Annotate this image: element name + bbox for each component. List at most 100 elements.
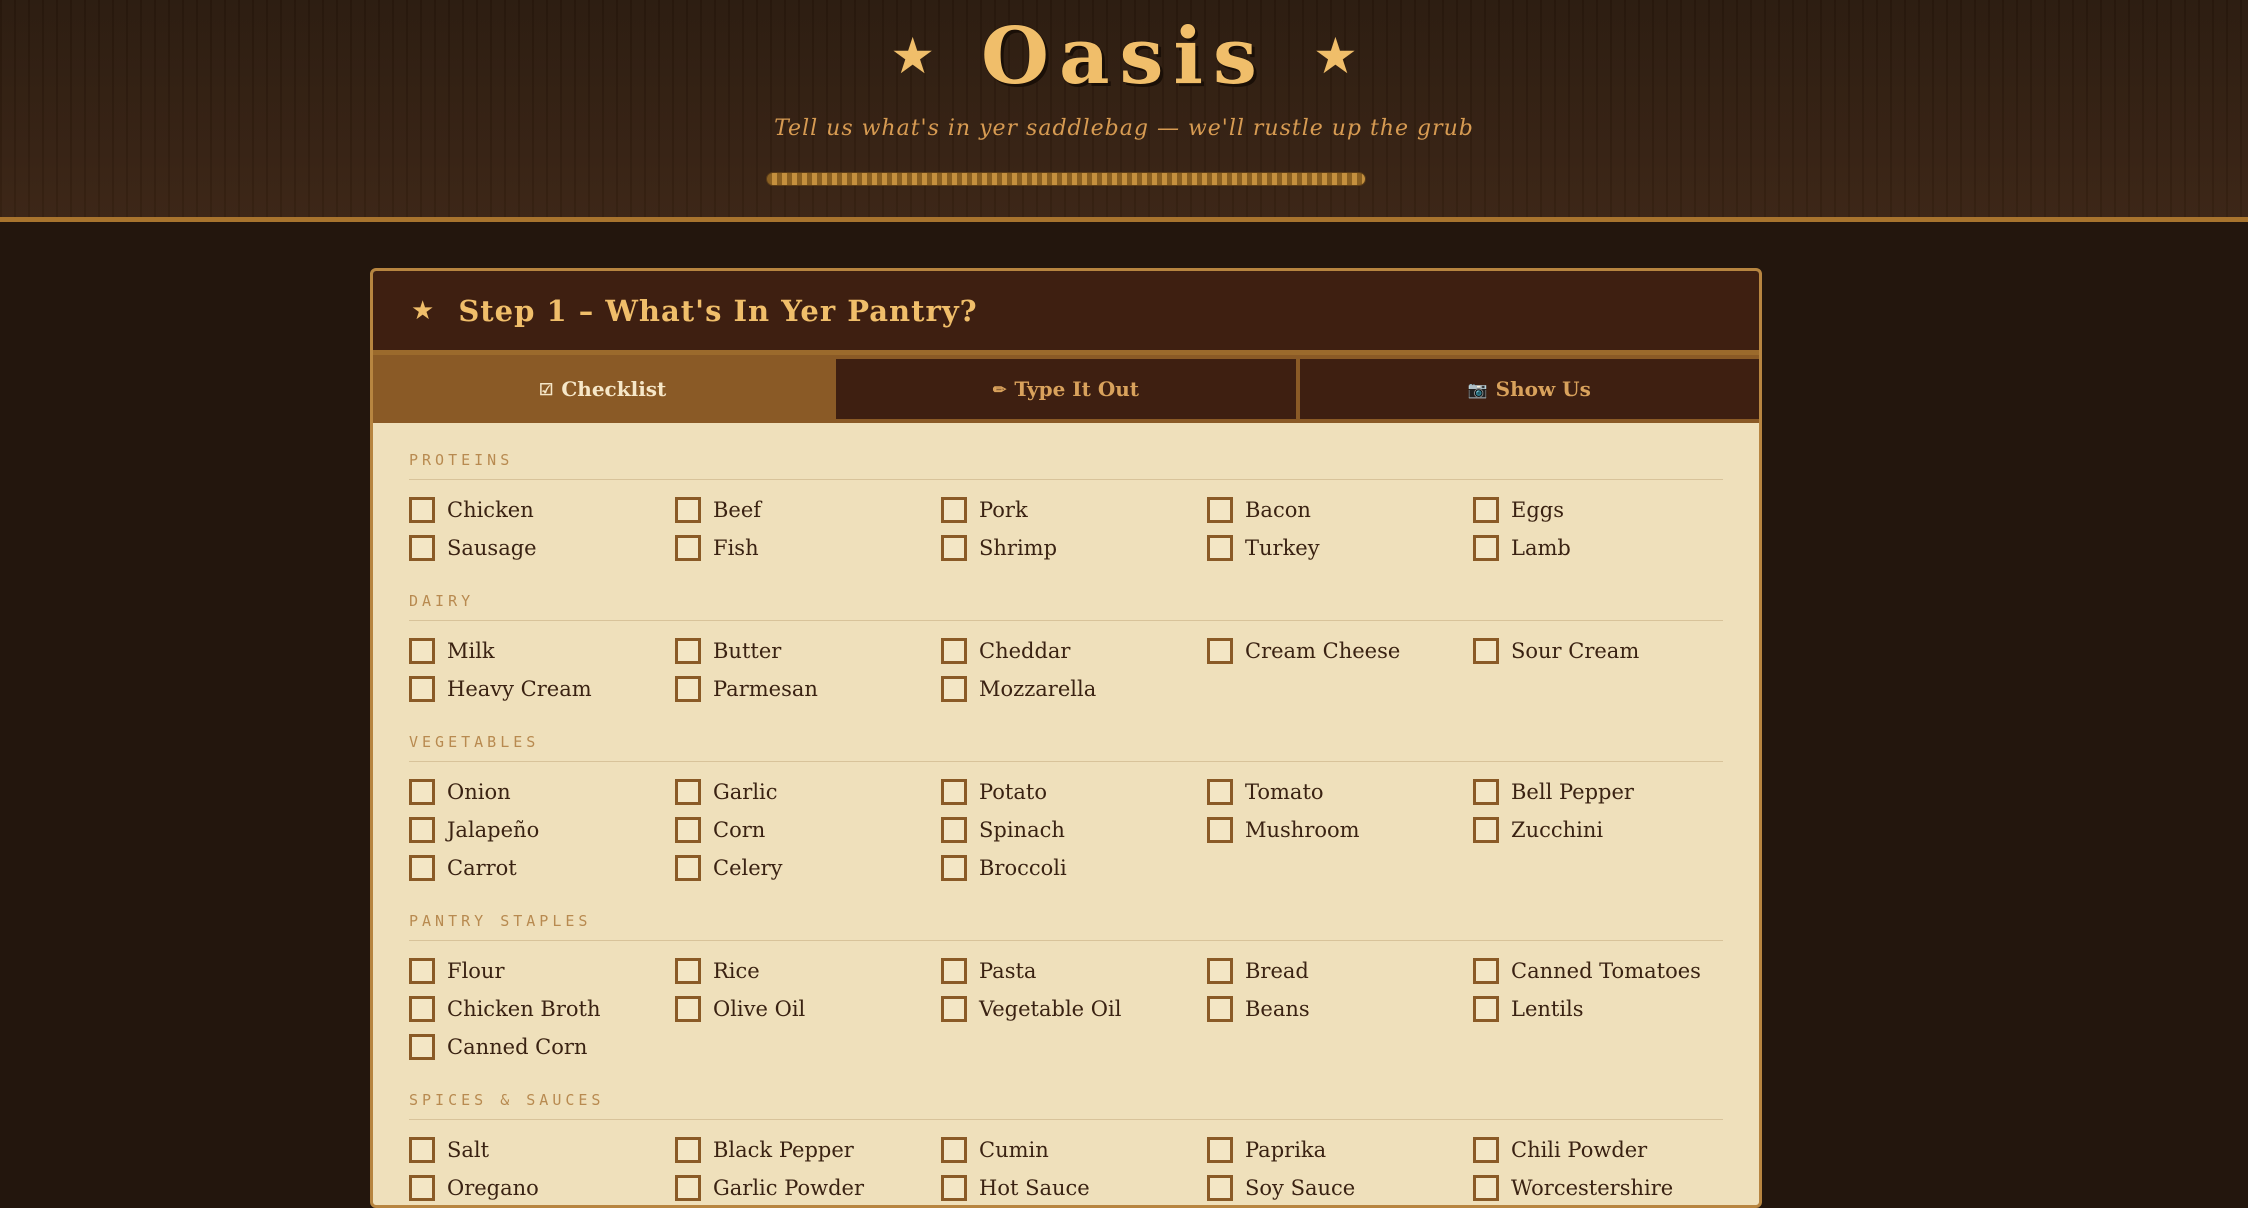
ingredient-checkbox-item[interactable]: Beans	[1207, 995, 1473, 1023]
checkbox[interactable]	[675, 497, 701, 523]
ingredient-checkbox-item[interactable]: Sour Cream	[1473, 637, 1739, 665]
checkbox[interactable]	[1207, 1175, 1233, 1201]
ingredient-checkbox-item[interactable]: Salt	[409, 1136, 675, 1164]
checkbox[interactable]	[409, 535, 435, 561]
checkbox[interactable]	[941, 779, 967, 805]
checkbox[interactable]	[409, 1137, 435, 1163]
ingredient-checkbox-item[interactable]: Zucchini	[1473, 816, 1739, 844]
checkbox[interactable]	[1473, 779, 1499, 805]
checkbox[interactable]	[941, 958, 967, 984]
ingredient-checkbox-item[interactable]: Chicken	[409, 496, 675, 524]
ingredient-checkbox-item[interactable]: Spinach	[941, 816, 1207, 844]
ingredient-checkbox-item[interactable]: Tomato	[1207, 778, 1473, 806]
ingredient-checkbox-item[interactable]: Onion	[409, 778, 675, 806]
ingredient-checkbox-item[interactable]: Canned Tomatoes	[1473, 957, 1739, 985]
ingredient-checkbox-item[interactable]: Eggs	[1473, 496, 1739, 524]
checkbox[interactable]	[941, 817, 967, 843]
ingredient-checkbox-item[interactable]: Mushroom	[1207, 816, 1473, 844]
checkbox[interactable]	[409, 817, 435, 843]
checkbox[interactable]	[675, 1175, 701, 1201]
checkbox[interactable]	[675, 535, 701, 561]
checkbox[interactable]	[1207, 535, 1233, 561]
checkbox[interactable]	[941, 638, 967, 664]
tab-checklist[interactable]: ☑ Checklist	[373, 359, 833, 419]
checkbox[interactable]	[675, 958, 701, 984]
tab-show-us[interactable]: 📷 Show Us	[1299, 359, 1759, 419]
ingredient-checkbox-item[interactable]: Canned Corn	[409, 1033, 675, 1061]
ingredient-checkbox-item[interactable]: Mozzarella	[941, 675, 1207, 703]
ingredient-checkbox-item[interactable]: Fish	[675, 534, 941, 562]
ingredient-checkbox-item[interactable]: Chicken Broth	[409, 995, 675, 1023]
checkbox[interactable]	[675, 855, 701, 881]
ingredient-checkbox-item[interactable]: Vegetable Oil	[941, 995, 1207, 1023]
checkbox[interactable]	[409, 958, 435, 984]
checkbox[interactable]	[409, 676, 435, 702]
checkbox[interactable]	[1473, 996, 1499, 1022]
checkbox[interactable]	[675, 817, 701, 843]
ingredient-checkbox-item[interactable]: Lentils	[1473, 995, 1739, 1023]
ingredient-checkbox-item[interactable]: Jalapeño	[409, 816, 675, 844]
tab-type-it-out[interactable]: ✏ Type It Out	[836, 359, 1296, 419]
checkbox[interactable]	[1207, 996, 1233, 1022]
ingredient-checkbox-item[interactable]: Cumin	[941, 1136, 1207, 1164]
checkbox[interactable]	[675, 996, 701, 1022]
checkbox[interactable]	[1207, 638, 1233, 664]
ingredient-checkbox-item[interactable]: Cream Cheese	[1207, 637, 1473, 665]
checkbox[interactable]	[1473, 1137, 1499, 1163]
ingredient-checkbox-item[interactable]: Beef	[675, 496, 941, 524]
checkbox[interactable]	[1473, 638, 1499, 664]
ingredient-checkbox-item[interactable]: Paprika	[1207, 1136, 1473, 1164]
checkbox[interactable]	[409, 1175, 435, 1201]
checkbox[interactable]	[1473, 497, 1499, 523]
ingredient-checkbox-item[interactable]: Worcestershire	[1473, 1174, 1739, 1202]
ingredient-checkbox-item[interactable]: Bread	[1207, 957, 1473, 985]
ingredient-checkbox-item[interactable]: Parmesan	[675, 675, 941, 703]
checkbox[interactable]	[941, 535, 967, 561]
ingredient-checkbox-item[interactable]: Black Pepper	[675, 1136, 941, 1164]
checkbox[interactable]	[675, 1137, 701, 1163]
ingredient-checkbox-item[interactable]: Butter	[675, 637, 941, 665]
ingredient-checkbox-item[interactable]: Corn	[675, 816, 941, 844]
checkbox[interactable]	[941, 855, 967, 881]
checkbox[interactable]	[675, 779, 701, 805]
checkbox[interactable]	[409, 855, 435, 881]
ingredient-checkbox-item[interactable]: Milk	[409, 637, 675, 665]
ingredient-checkbox-item[interactable]: Cheddar	[941, 637, 1207, 665]
ingredient-checkbox-item[interactable]: Heavy Cream	[409, 675, 675, 703]
checkbox[interactable]	[1207, 1137, 1233, 1163]
checkbox[interactable]	[409, 497, 435, 523]
ingredient-checkbox-item[interactable]: Rice	[675, 957, 941, 985]
checkbox[interactable]	[409, 779, 435, 805]
checkbox[interactable]	[941, 1175, 967, 1201]
checkbox[interactable]	[1207, 497, 1233, 523]
ingredient-checkbox-item[interactable]: Turkey	[1207, 534, 1473, 562]
checkbox[interactable]	[1473, 958, 1499, 984]
ingredient-checkbox-item[interactable]: Soy Sauce	[1207, 1174, 1473, 1202]
ingredient-checkbox-item[interactable]: Flour	[409, 957, 675, 985]
ingredient-checkbox-item[interactable]: Broccoli	[941, 854, 1207, 882]
checkbox[interactable]	[409, 996, 435, 1022]
checkbox[interactable]	[1473, 817, 1499, 843]
ingredient-checkbox-item[interactable]: Oregano	[409, 1174, 675, 1202]
ingredient-checkbox-item[interactable]: Carrot	[409, 854, 675, 882]
checkbox[interactable]	[1207, 779, 1233, 805]
checkbox[interactable]	[409, 638, 435, 664]
checkbox[interactable]	[1207, 817, 1233, 843]
checkbox[interactable]	[1473, 535, 1499, 561]
ingredient-checkbox-item[interactable]: Pork	[941, 496, 1207, 524]
ingredient-checkbox-item[interactable]: Celery	[675, 854, 941, 882]
ingredient-checkbox-item[interactable]: Shrimp	[941, 534, 1207, 562]
ingredient-checkbox-item[interactable]: Bacon	[1207, 496, 1473, 524]
ingredient-checkbox-item[interactable]: Chili Powder	[1473, 1136, 1739, 1164]
checkbox[interactable]	[941, 996, 967, 1022]
ingredient-checkbox-item[interactable]: Sausage	[409, 534, 675, 562]
checkbox[interactable]	[1207, 958, 1233, 984]
checkbox[interactable]	[675, 676, 701, 702]
checkbox[interactable]	[409, 1034, 435, 1060]
checkbox[interactable]	[941, 497, 967, 523]
ingredient-checkbox-item[interactable]: Lamb	[1473, 534, 1739, 562]
checkbox[interactable]	[675, 638, 701, 664]
ingredient-checkbox-item[interactable]: Garlic	[675, 778, 941, 806]
ingredient-checkbox-item[interactable]: Pasta	[941, 957, 1207, 985]
ingredient-checkbox-item[interactable]: Bell Pepper	[1473, 778, 1739, 806]
